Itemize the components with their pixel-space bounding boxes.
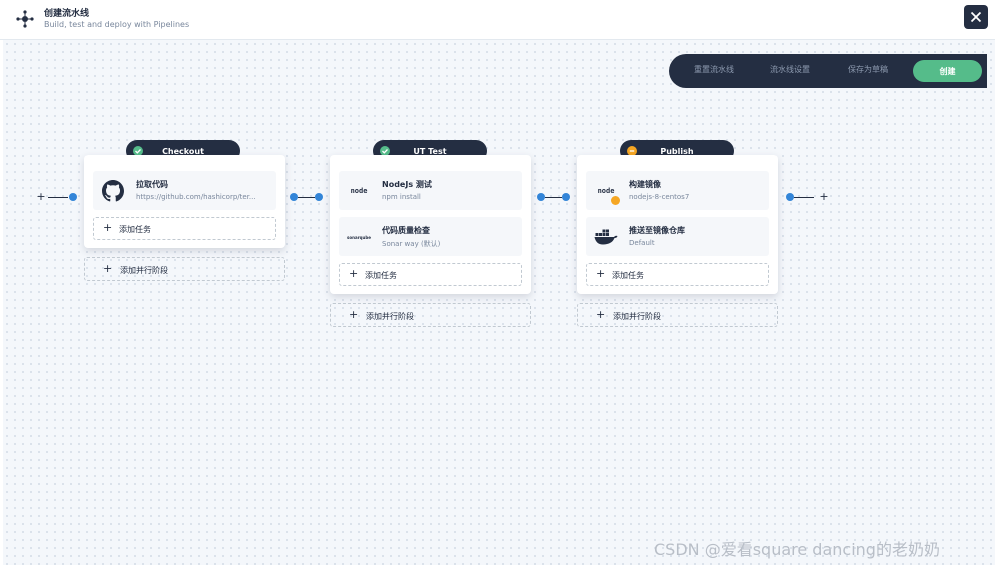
page-title: 创建流水线 (44, 9, 90, 19)
plus-icon: + (596, 308, 606, 321)
task-name: 构建镜像 (629, 180, 661, 189)
nodejs-logo-text: node (597, 187, 615, 195)
pipeline-toolbar: 重置流水线 流水线设置 保存为草稿 创建 (669, 54, 987, 88)
add-parallel-label: 添加并行阶段 (366, 312, 414, 321)
connector-dot (562, 193, 570, 201)
add-task-label: 添加任务 (612, 271, 644, 280)
plus-icon: + (103, 262, 113, 275)
add-stage-before-button[interactable]: + (35, 191, 47, 203)
nodejs-logo-text: node (350, 187, 368, 195)
add-task-button[interactable]: + 添加任务 (586, 263, 769, 286)
add-task-label: 添加任务 (365, 271, 397, 280)
connector-dot (537, 193, 545, 201)
close-button[interactable] (964, 5, 988, 29)
task-item[interactable]: sonarqube 代码质量检查 Sonar way (默认) (339, 217, 522, 256)
add-task-button[interactable]: + 添加任务 (339, 263, 522, 286)
task-name: 推送至镜像仓库 (629, 226, 685, 235)
task-item[interactable]: 推送至镜像仓库 Default (586, 217, 769, 256)
add-parallel-stage-button[interactable]: + 添加并行阶段 (84, 257, 285, 281)
task-name: 代码质量检查 (382, 226, 430, 235)
add-parallel-label: 添加并行阶段 (613, 312, 661, 321)
add-parallel-label: 添加并行阶段 (120, 266, 168, 275)
pipeline-settings-button[interactable]: 流水线设置 (770, 64, 810, 75)
connector-dot (786, 193, 794, 201)
watermark: CSDN @爱看square dancing的老奶奶 (654, 540, 940, 559)
save-draft-button[interactable]: 保存为草稿 (848, 64, 888, 75)
add-parallel-stage-button[interactable]: + 添加并行阶段 (330, 303, 531, 327)
plus-icon: + (349, 308, 359, 321)
nodejs-icon: node (347, 179, 371, 203)
stage-card-checkout: 拉取代码 https://github.com/hashicorp/ter...… (84, 155, 285, 248)
task-desc: npm install (382, 193, 421, 201)
docker-icon (594, 225, 618, 249)
sonarqube-logo-text: sonarqube (347, 234, 371, 240)
task-desc: https://github.com/hashicorp/ter... (136, 193, 256, 201)
task-name: 拉取代码 (136, 180, 168, 189)
plus-icon: + (596, 267, 606, 280)
reset-pipeline-button[interactable]: 重置流水线 (694, 64, 734, 75)
connector-dot (69, 193, 77, 201)
add-task-label: 添加任务 (119, 225, 151, 234)
plus-icon: + (103, 221, 113, 234)
stage-card-publish: node 构建镜像 nodejs-8-centos7 推送至镜像仓库 Defau… (577, 155, 778, 294)
plus-icon: + (349, 267, 359, 280)
github-icon (101, 179, 125, 203)
add-parallel-stage-button[interactable]: + 添加并行阶段 (577, 303, 778, 327)
pipeline-icon (15, 9, 35, 29)
task-desc: Sonar way (默认) (382, 240, 441, 248)
connector-line (794, 197, 814, 198)
task-desc: nodejs-8-centos7 (629, 193, 690, 201)
sonarqube-icon: sonarqube (347, 225, 371, 249)
connector-dot (290, 193, 298, 201)
connector-dot (315, 193, 323, 201)
task-name: NodeJs 测试 (382, 180, 432, 189)
warning-badge-icon (611, 196, 620, 205)
page-header: 创建流水线 Build, test and deploy with Pipeli… (0, 0, 995, 40)
task-item[interactable]: node 构建镜像 nodejs-8-centos7 (586, 171, 769, 210)
add-task-button[interactable]: + 添加任务 (93, 217, 276, 240)
task-item[interactable]: 拉取代码 https://github.com/hashicorp/ter... (93, 171, 276, 210)
task-item[interactable]: node NodeJs 测试 npm install (339, 171, 522, 210)
connector-line (48, 197, 68, 198)
close-icon (970, 11, 982, 23)
task-desc: Default (629, 239, 655, 247)
page-subtitle: Build, test and deploy with Pipelines (44, 20, 190, 29)
add-stage-after-button[interactable]: + (818, 191, 830, 203)
connector-line (298, 197, 315, 198)
stage-card-ut-test: node NodeJs 测试 npm install sonarqube 代码质… (330, 155, 531, 294)
connector-line (545, 197, 562, 198)
nodejs-icon: node (594, 179, 620, 205)
create-button[interactable]: 创建 (913, 60, 982, 82)
